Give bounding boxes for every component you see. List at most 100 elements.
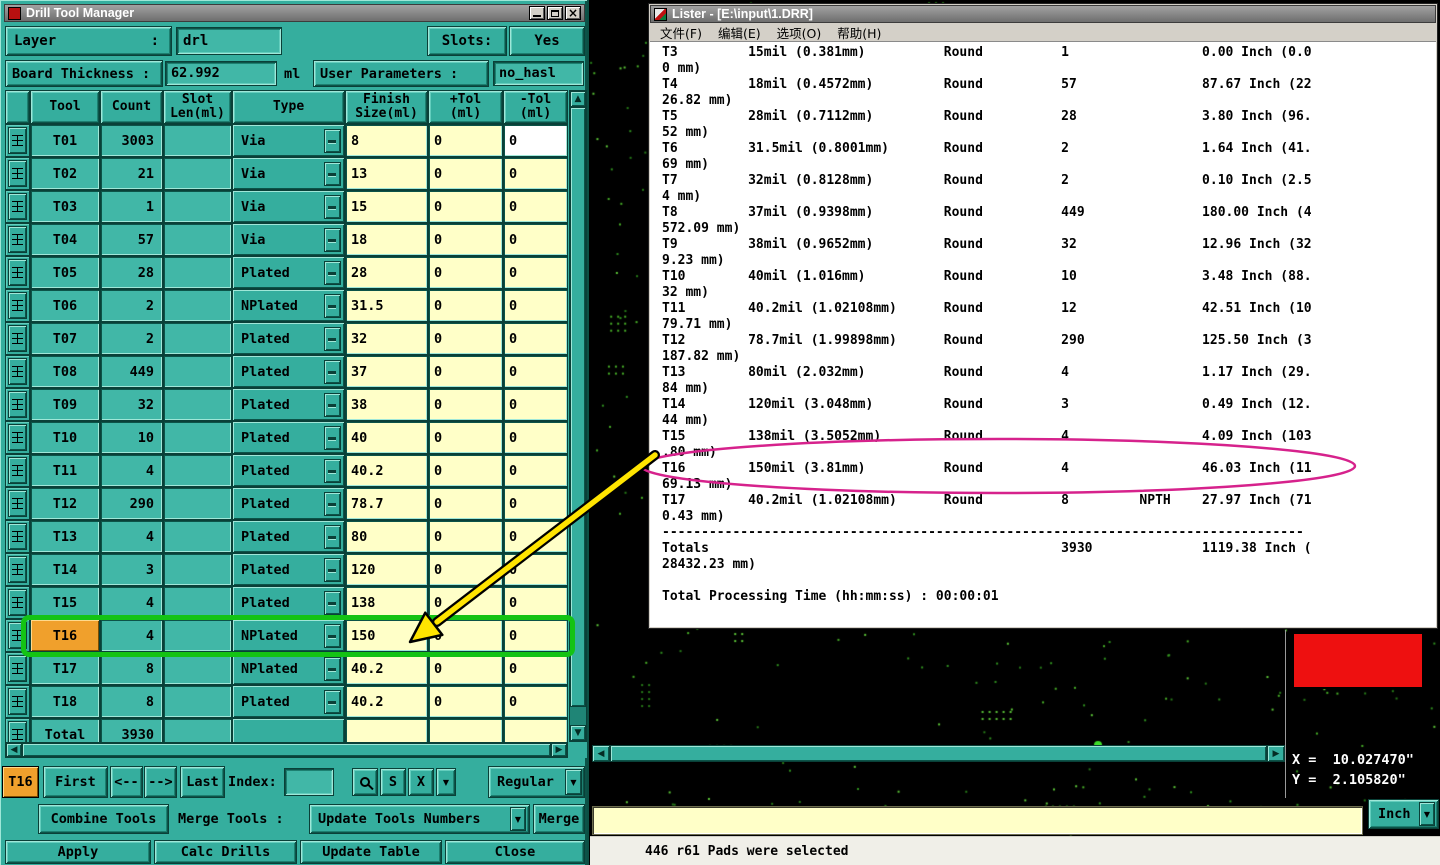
row-handle-button[interactable] bbox=[8, 259, 27, 286]
menu-options[interactable]: 选项(O) bbox=[777, 23, 822, 42]
type-select[interactable]: Via bbox=[232, 223, 345, 256]
dropdown-icon[interactable] bbox=[324, 260, 341, 285]
type-select[interactable]: NPlated bbox=[232, 652, 345, 685]
finish-size-input[interactable]: 8 bbox=[345, 124, 428, 157]
units-dropdown[interactable]: Inch ▼ bbox=[1368, 799, 1439, 829]
tool-cell[interactable]: T10 bbox=[30, 421, 100, 454]
minus-tol-input[interactable]: 0 bbox=[503, 454, 568, 487]
minus-tol-input[interactable]: 0 bbox=[503, 190, 568, 223]
minus-tol-input[interactable]: 0 bbox=[503, 487, 568, 520]
row-handle-button[interactable] bbox=[8, 127, 27, 154]
finish-size-input[interactable]: 120 bbox=[345, 553, 428, 586]
layer-input[interactable]: drl bbox=[176, 27, 282, 55]
tool-cell[interactable]: Total bbox=[30, 718, 100, 742]
finish-size-input[interactable]: 32 bbox=[345, 322, 428, 355]
table-vscrollbar[interactable]: ▲ ▼ bbox=[569, 90, 587, 742]
dropdown-icon[interactable] bbox=[324, 590, 341, 615]
minus-tol-input[interactable]: 0 bbox=[503, 520, 568, 553]
chevron-down-icon[interactable]: ▼ bbox=[510, 807, 526, 831]
finish-size-input[interactable]: 40.2 bbox=[345, 685, 428, 718]
plus-tol-input[interactable] bbox=[428, 718, 503, 742]
plus-tol-input[interactable]: 0 bbox=[428, 157, 503, 190]
row-handle-button[interactable] bbox=[8, 688, 27, 715]
slot-len-cell[interactable] bbox=[163, 553, 232, 586]
type-select[interactable]: Via bbox=[232, 124, 345, 157]
minus-tol-input[interactable]: 0 bbox=[503, 322, 568, 355]
row-handle-button[interactable] bbox=[8, 589, 27, 616]
dropdown-icon[interactable] bbox=[324, 392, 341, 417]
finish-size-input[interactable]: 15 bbox=[345, 190, 428, 223]
menu-edit[interactable]: 编辑(E) bbox=[718, 23, 761, 42]
command-input[interactable] bbox=[592, 806, 1363, 835]
minus-tol-input[interactable]: 0 bbox=[503, 124, 568, 157]
slot-len-cell[interactable] bbox=[163, 388, 232, 421]
last-button[interactable]: Last bbox=[180, 766, 225, 798]
type-select[interactable]: Plated bbox=[232, 454, 345, 487]
canvas-hscrollbar[interactable]: ◀ ▶ bbox=[592, 745, 1285, 762]
tool-cell[interactable]: T07 bbox=[30, 322, 100, 355]
tool-cell[interactable]: T03 bbox=[30, 190, 100, 223]
dropdown-icon[interactable] bbox=[324, 491, 341, 516]
menu-help[interactable]: 帮助(H) bbox=[837, 23, 881, 42]
type-select[interactable]: Plated bbox=[232, 685, 345, 718]
title-bar[interactable]: Drill Tool Manager × bbox=[4, 4, 585, 22]
scroll-left-icon[interactable]: ◀ bbox=[592, 745, 610, 762]
close-button[interactable]: Close bbox=[445, 840, 585, 864]
plus-tol-input[interactable]: 0 bbox=[428, 619, 503, 652]
table-vscroll-thumb[interactable] bbox=[570, 107, 586, 707]
user-parameters-input[interactable]: no_hasl bbox=[493, 61, 584, 86]
menu-file[interactable]: 文件(F) bbox=[660, 23, 702, 42]
slot-len-cell[interactable] bbox=[163, 157, 232, 190]
finish-size-input[interactable]: 31.5 bbox=[345, 289, 428, 322]
canvas-hscroll-thumb[interactable] bbox=[610, 745, 1267, 762]
tool-cell[interactable]: T09 bbox=[30, 388, 100, 421]
row-handle-button[interactable] bbox=[8, 292, 27, 319]
type-select[interactable]: NPlated bbox=[232, 619, 345, 652]
dropdown-icon[interactable] bbox=[324, 293, 341, 318]
snap-button[interactable]: S bbox=[380, 768, 406, 796]
type-select[interactable]: Plated bbox=[232, 388, 345, 421]
prev-button[interactable]: <-- bbox=[110, 766, 143, 798]
slot-len-cell[interactable] bbox=[163, 223, 232, 256]
finish-size-input[interactable]: 138 bbox=[345, 586, 428, 619]
tool-cell[interactable]: T11 bbox=[30, 454, 100, 487]
lister-title-bar[interactable]: Lister - [E:\input\1.DRR] bbox=[650, 5, 1436, 23]
row-handle-button[interactable] bbox=[8, 193, 27, 220]
tool-cell[interactable]: T08 bbox=[30, 355, 100, 388]
tool-cell[interactable]: T18 bbox=[30, 685, 100, 718]
minus-tol-input[interactable]: 0 bbox=[503, 289, 568, 322]
slot-len-cell[interactable] bbox=[163, 256, 232, 289]
row-handle-button[interactable] bbox=[8, 622, 27, 649]
update-table-button[interactable]: Update Table bbox=[300, 840, 442, 864]
dropdown-icon[interactable] bbox=[324, 359, 341, 384]
slot-len-cell[interactable] bbox=[163, 355, 232, 388]
row-handle-button[interactable] bbox=[8, 523, 27, 550]
type-select[interactable]: Plated bbox=[232, 553, 345, 586]
type-select[interactable] bbox=[232, 718, 345, 742]
minus-tol-input[interactable]: 0 bbox=[503, 388, 568, 421]
finish-size-input[interactable]: 37 bbox=[345, 355, 428, 388]
dropdown-icon[interactable] bbox=[324, 326, 341, 351]
tool-cell[interactable]: T02 bbox=[30, 157, 100, 190]
plus-tol-input[interactable]: 0 bbox=[428, 553, 503, 586]
finish-size-input[interactable]: 40.2 bbox=[345, 454, 428, 487]
type-select[interactable]: Plated bbox=[232, 355, 345, 388]
finish-size-input[interactable]: 38 bbox=[345, 388, 428, 421]
dropdown-icon[interactable] bbox=[324, 557, 341, 582]
first-button[interactable]: First bbox=[43, 766, 108, 798]
calc-drills-button[interactable]: Calc Drills bbox=[154, 840, 297, 864]
plus-tol-input[interactable]: 0 bbox=[428, 487, 503, 520]
chevron-down-icon[interactable]: ▼ bbox=[565, 769, 582, 795]
plus-tol-input[interactable]: 0 bbox=[428, 190, 503, 223]
plus-tol-input[interactable]: 0 bbox=[428, 421, 503, 454]
slot-len-cell[interactable] bbox=[163, 124, 232, 157]
plus-tol-input[interactable]: 0 bbox=[428, 124, 503, 157]
slots-value-button[interactable]: Yes bbox=[509, 26, 585, 56]
tool-cell[interactable]: T13 bbox=[30, 520, 100, 553]
finish-size-input[interactable]: 150 bbox=[345, 619, 428, 652]
row-handle-button[interactable] bbox=[8, 655, 27, 682]
minus-tol-input[interactable]: 0 bbox=[503, 157, 568, 190]
slot-len-cell[interactable] bbox=[163, 619, 232, 652]
finish-size-input[interactable] bbox=[345, 718, 428, 742]
tool-cell[interactable]: T15 bbox=[30, 586, 100, 619]
